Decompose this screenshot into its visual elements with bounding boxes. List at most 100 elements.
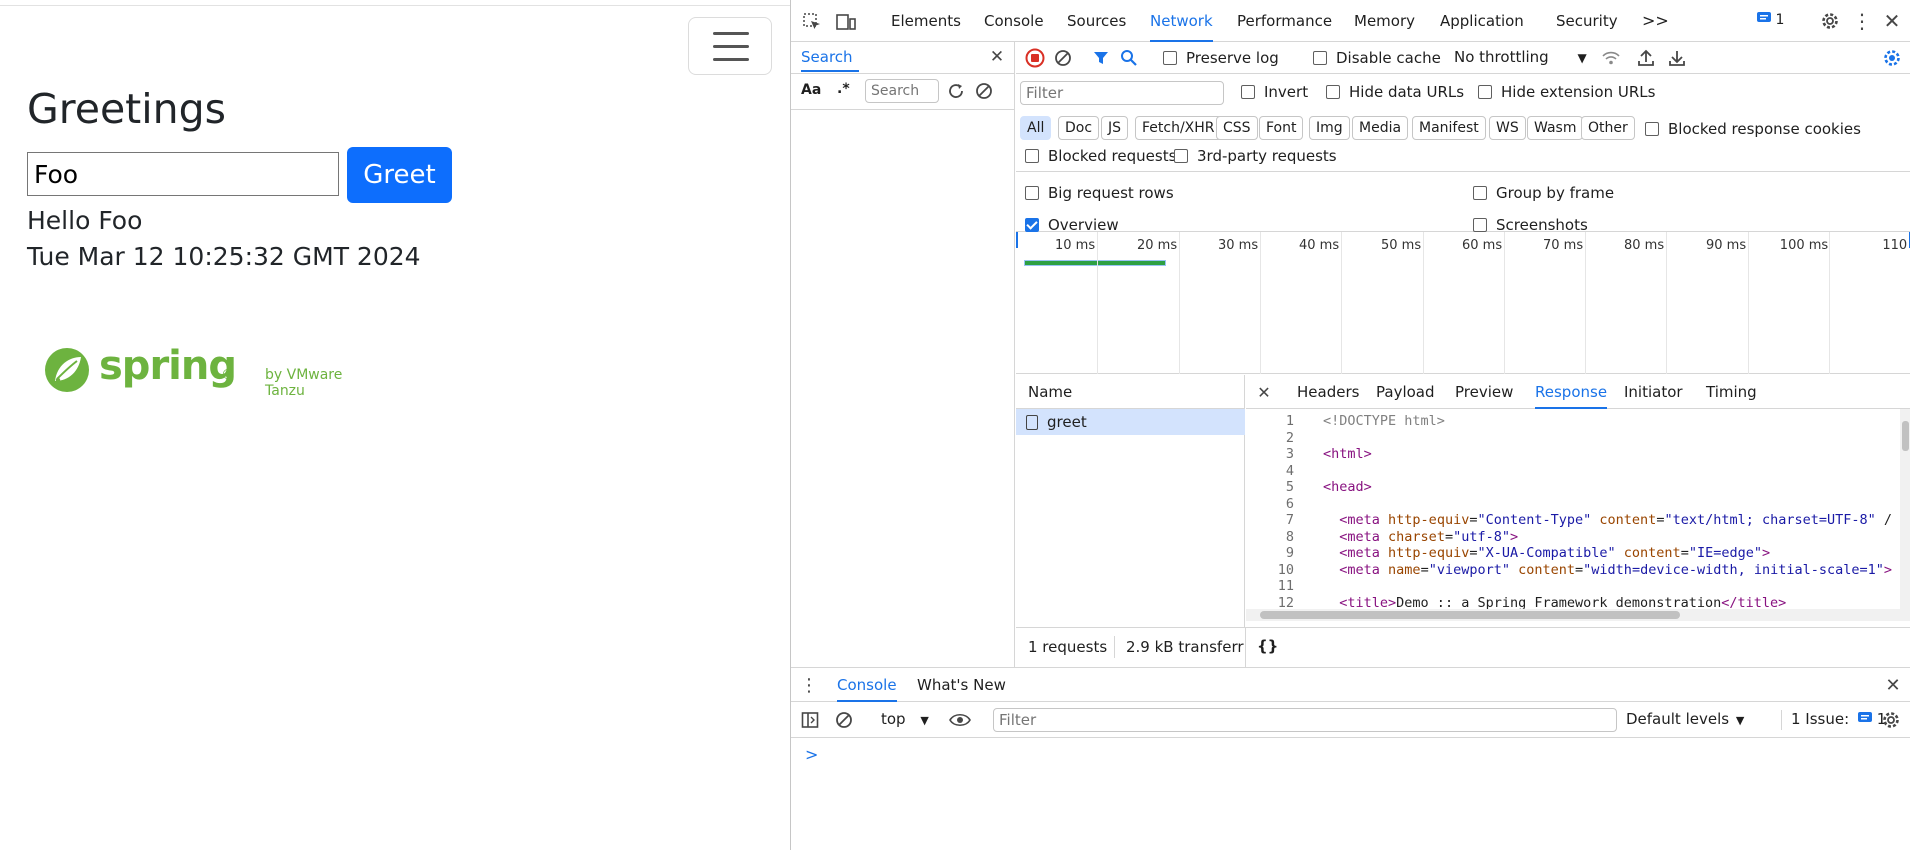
console-filter-input[interactable] [993, 708, 1617, 732]
close-drawer-icon[interactable]: ✕ [1883, 675, 1903, 696]
type-filter-img[interactable]: Img [1309, 116, 1350, 140]
tab-elements[interactable]: Elements [891, 0, 961, 42]
timeline-left-handle[interactable] [1016, 232, 1018, 248]
clear-icon[interactable] [974, 81, 994, 101]
log-levels-value: Default levels [1626, 710, 1730, 728]
network-settings-gear-icon[interactable] [1882, 48, 1902, 68]
device-toolbar-icon[interactable] [835, 11, 857, 33]
type-filter-all[interactable]: All [1020, 116, 1052, 140]
close-devtools-icon[interactable]: ✕ [1881, 9, 1903, 33]
search-panel-title[interactable]: Search [801, 42, 859, 72]
issues-badge[interactable]: 1 [1757, 12, 1784, 28]
response-horizontal-scrollbar[interactable] [1246, 609, 1910, 621]
match-case-button[interactable]: Aa [801, 82, 821, 98]
log-levels-select[interactable]: Default levels ▼ [1626, 710, 1744, 728]
chevron-down-icon: ▼ [1577, 51, 1587, 65]
timeline-tick-label: 60 ms [1462, 238, 1503, 253]
type-filter-wasm[interactable]: Wasm [1527, 116, 1584, 140]
record-stop-icon[interactable] [1025, 48, 1045, 68]
third-party-requests-checkbox[interactable]: 3rd-party requests [1174, 147, 1337, 165]
type-filter-fetch-xhr[interactable]: Fetch/XHR [1135, 116, 1222, 140]
tab-memory[interactable]: Memory [1354, 0, 1415, 42]
response-vertical-scrollbar[interactable] [1900, 409, 1910, 609]
tab-console[interactable]: Console [984, 0, 1044, 42]
clear-console-icon[interactable] [834, 710, 854, 730]
sidebar-toggle-icon[interactable] [800, 710, 820, 730]
menu-toggle-button[interactable] [688, 17, 772, 75]
group-by-frame-checkbox[interactable]: Group by frame [1473, 184, 1614, 202]
more-tabs-button[interactable]: >> [1642, 0, 1669, 42]
settings-gear-icon[interactable] [1819, 10, 1841, 32]
network-status-bar: 1 requests 2.9 kB transferred {} [1016, 627, 1910, 668]
pretty-print-button[interactable]: {} [1257, 637, 1278, 655]
type-filter-ws[interactable]: WS [1489, 116, 1526, 140]
type-filter-font[interactable]: Font [1259, 116, 1304, 140]
context-selector[interactable]: top ▼ [881, 710, 929, 728]
big-request-rows-checkbox[interactable]: Big request rows [1025, 184, 1174, 202]
filter-funnel-icon[interactable] [1091, 48, 1111, 68]
blocked-response-cookies-checkbox[interactable]: Blocked response cookies [1645, 120, 1861, 138]
network-filter-input[interactable] [1020, 81, 1224, 105]
tab-sources[interactable]: Sources [1067, 0, 1126, 42]
type-filter-css[interactable]: CSS [1216, 116, 1258, 140]
search-input[interactable] [865, 79, 939, 103]
greet-button[interactable]: Greet [347, 147, 452, 203]
clear-log-icon[interactable] [1053, 48, 1073, 68]
network-overview-timeline[interactable]: 10 ms 20 ms 30 ms 40 ms 50 ms 60 ms 70 ms 80 ms… [1016, 232, 1910, 374]
tab-network[interactable]: Network [1150, 0, 1213, 42]
invert-checkbox[interactable]: Invert [1241, 83, 1308, 101]
response-source-view[interactable]: 1 <!DOCTYPE html> 2 3 <html> 4 5 <head> 6 7 <meta… [1246, 409, 1896, 609]
tab-response[interactable]: Response [1535, 375, 1608, 409]
name-input[interactable] [27, 152, 339, 196]
tab-preview[interactable]: Preview [1455, 375, 1513, 409]
refresh-icon[interactable] [946, 81, 966, 101]
search-icon[interactable] [1119, 48, 1139, 68]
line-number: 12 [1277, 594, 1294, 610]
tab-initiator[interactable]: Initiator [1624, 375, 1683, 409]
timeline-tick-label: 90 ms [1706, 238, 1747, 253]
tab-performance[interactable]: Performance [1237, 0, 1332, 42]
blocked-requests-checkbox[interactable]: Blocked requests [1025, 147, 1176, 165]
tab-application[interactable]: Application [1440, 0, 1524, 42]
regex-button[interactable]: .* [837, 81, 850, 97]
drawer-tab-console[interactable]: Console [837, 668, 897, 702]
tab-headers[interactable]: Headers [1297, 375, 1359, 409]
type-filter-other[interactable]: Other [1581, 116, 1635, 140]
preserve-log-checkbox[interactable]: Preserve log [1163, 49, 1279, 67]
type-filter-js[interactable]: JS [1101, 116, 1129, 140]
more-options-icon[interactable]: ⋮ [1852, 9, 1872, 33]
blocked-row: Blocked requests 3rd-party requests [1016, 138, 1910, 172]
type-filter-doc[interactable]: Doc [1058, 116, 1100, 140]
live-expression-eye-icon[interactable] [948, 710, 972, 730]
tab-payload[interactable]: Payload [1376, 375, 1435, 409]
disable-cache-checkbox[interactable]: Disable cache [1313, 49, 1441, 67]
throttling-select[interactable]: No throttling ▼ [1454, 42, 1587, 72]
hamburger-icon-bar [713, 58, 749, 61]
code-line: 11 [1246, 578, 1896, 595]
export-har-icon[interactable] [1667, 48, 1687, 68]
line-source: <title>Demo :: a Spring Framework demons… [1339, 594, 1787, 610]
close-details-icon[interactable]: ✕ [1254, 382, 1274, 402]
console-prompt[interactable]: > [805, 745, 818, 764]
import-har-icon[interactable] [1636, 48, 1656, 68]
tab-security[interactable]: Security [1556, 0, 1618, 42]
inspect-element-icon[interactable] [801, 11, 823, 33]
drawer-menu-icon[interactable]: ⋮ [800, 675, 818, 696]
tab-timing[interactable]: Timing [1706, 375, 1757, 409]
vertical-scroll-thumb[interactable] [1902, 421, 1909, 451]
hide-data-urls-checkbox[interactable]: Hide data URLs [1326, 83, 1464, 101]
issues-counter[interactable]: 1 Issue: 1 [1791, 710, 1886, 728]
drawer-tab-whats-new[interactable]: What's New [917, 668, 1006, 702]
code-line: 9 <meta http-equiv="X-UA-Compatible" con… [1246, 545, 1896, 562]
request-row-greet[interactable]: greet [1016, 409, 1245, 435]
console-settings-gear-icon[interactable] [1881, 710, 1901, 730]
name-column-header[interactable]: Name [1016, 375, 1245, 409]
hide-extension-urls-checkbox[interactable]: Hide extension URLs [1478, 83, 1655, 101]
network-conditions-icon[interactable] [1600, 48, 1622, 68]
line-number: 3 [1285, 446, 1294, 462]
horizontal-scroll-thumb[interactable] [1260, 611, 1680, 619]
timeline-gridline [1260, 232, 1261, 374]
type-filter-manifest[interactable]: Manifest [1412, 116, 1486, 140]
type-filter-media[interactable]: Media [1352, 116, 1409, 140]
close-search-icon[interactable]: ✕ [987, 47, 1007, 67]
